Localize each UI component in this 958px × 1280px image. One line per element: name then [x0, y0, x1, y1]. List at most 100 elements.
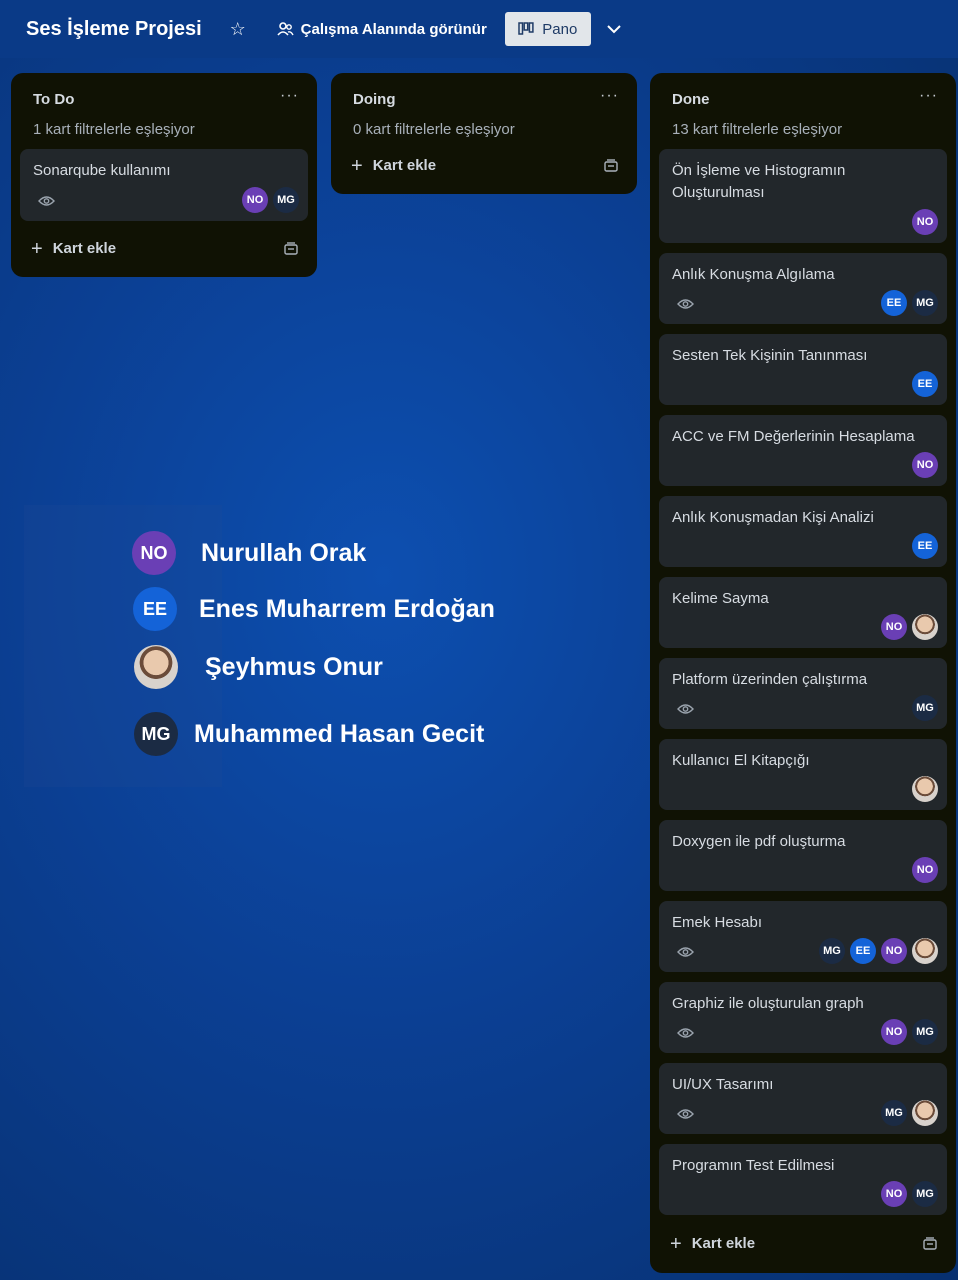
card[interactable]: Emek Hesabı MG EE NO: [659, 901, 947, 972]
add-card-button[interactable]: + Kart ekle: [31, 237, 299, 260]
card-members: MG: [881, 1100, 938, 1126]
card[interactable]: Kelime Sayma NO: [659, 577, 947, 648]
eye-icon: [677, 947, 694, 957]
add-card-label: Kart ekle: [372, 157, 437, 174]
add-card-label: Kart ekle: [52, 240, 117, 257]
card-members: NO: [912, 857, 938, 883]
card[interactable]: Doxygen ile pdf oluşturma NO: [659, 820, 947, 891]
card-members: NO MG: [881, 1181, 938, 1207]
legend-name: Muhammed Hasan Gecit: [194, 719, 485, 748]
avatar[interactable]: EE: [912, 371, 938, 397]
people-icon: [277, 22, 294, 36]
board-view-button[interactable]: Pano: [504, 12, 591, 46]
avatar[interactable]: MG: [912, 1019, 938, 1045]
list-menu-icon[interactable]: ···: [919, 87, 938, 105]
card-title: Kelime Sayma: [672, 590, 769, 607]
card[interactable]: Platform üzerinden çalıştırma MG: [659, 658, 947, 729]
card[interactable]: UI/UX Tasarımı MG: [659, 1063, 947, 1134]
add-card-button[interactable]: + Kart ekle: [351, 154, 619, 177]
avatar[interactable]: NO: [912, 209, 938, 235]
list-doing: Doing ··· 0 kart filtrelerle eşleşiyor +…: [331, 73, 637, 194]
list-title[interactable]: Doing: [353, 91, 396, 108]
avatar[interactable]: MG: [881, 1100, 907, 1126]
card[interactable]: Sonarqube kullanımı NO MG: [20, 149, 308, 221]
card[interactable]: Anlık Konuşmadan Kişi Analizi EE: [659, 496, 947, 567]
card-members: MG: [912, 695, 938, 721]
card[interactable]: Programın Test Edilmesi NO MG: [659, 1144, 947, 1215]
eye-icon: [677, 1028, 694, 1038]
card-members: NO: [881, 614, 938, 640]
chevron-down-icon[interactable]: [605, 20, 623, 38]
avatar[interactable]: NO: [881, 1181, 907, 1207]
avatar[interactable]: MG: [912, 1181, 938, 1207]
legend-name: Nurullah Orak: [201, 538, 367, 567]
card-members: EE MG: [881, 290, 938, 316]
list-menu-icon[interactable]: ···: [280, 87, 299, 105]
card-members: NO MG: [881, 1019, 938, 1045]
avatar[interactable]: EE: [881, 290, 907, 316]
list-filter-count: 0 kart filtrelerle eşleşiyor: [353, 121, 515, 138]
card-title: Emek Hesabı: [672, 914, 763, 931]
legend-avatar: EE: [133, 587, 177, 631]
legend-avatar-photo: [134, 645, 178, 689]
avatar-photo[interactable]: [912, 776, 938, 802]
list-filter-count: 1 kart filtrelerle eşleşiyor: [33, 121, 195, 138]
avatar[interactable]: MG: [819, 938, 845, 964]
card[interactable]: Ön İşleme ve Histogramın Oluşturulması N…: [659, 149, 947, 243]
card-title: Graphiz ile oluşturulan graph: [672, 995, 864, 1012]
card-members: MG EE NO: [819, 938, 938, 964]
card[interactable]: Graphiz ile oluşturulan graph NO MG: [659, 982, 947, 1053]
card-title: Programın Test Edilmesi: [672, 1157, 835, 1174]
card-title: Anlık Konuşmadan Kişi Analizi: [672, 509, 874, 526]
avatar[interactable]: EE: [912, 533, 938, 559]
card-members: NO: [912, 452, 938, 478]
card-title: Sonarqube kullanımı: [33, 162, 171, 179]
card-title: Anlık Konuşma Algılama: [672, 266, 835, 283]
avatar[interactable]: NO: [881, 1019, 907, 1045]
card-title: ACC ve FM Değerlerinin Hesaplama: [672, 428, 915, 445]
avatar[interactable]: NO: [242, 187, 268, 213]
avatar-photo[interactable]: [912, 938, 938, 964]
template-icon[interactable]: [603, 158, 619, 173]
avatar-photo[interactable]: [912, 614, 938, 640]
avatar[interactable]: NO: [912, 857, 938, 883]
visibility-label: Çalışma Alanında görünür: [300, 20, 487, 38]
card-members: EE: [912, 371, 938, 397]
template-icon[interactable]: [922, 1236, 938, 1251]
board-header: Ses İşleme Projesi ☆ Çalışma Alanında gö…: [0, 0, 958, 58]
legend-item: NO Nurullah Orak: [132, 531, 366, 575]
visibility-button[interactable]: Çalışma Alanında görünür: [276, 20, 487, 38]
legend-name: Şeyhmus Onur: [205, 652, 383, 681]
card[interactable]: Sesten Tek Kişinin Tanınması EE: [659, 334, 947, 405]
plus-icon: +: [31, 237, 43, 260]
add-card-button[interactable]: + Kart ekle: [670, 1232, 938, 1255]
avatar[interactable]: MG: [912, 695, 938, 721]
card-title: Doxygen ile pdf oluşturma: [672, 833, 846, 850]
board-title[interactable]: Ses İşleme Projesi: [26, 18, 202, 41]
avatar[interactable]: NO: [881, 614, 907, 640]
avatar[interactable]: NO: [881, 938, 907, 964]
add-card-label: Kart ekle: [691, 1235, 756, 1252]
list-title[interactable]: To Do: [33, 91, 74, 108]
list-title[interactable]: Done: [672, 91, 710, 108]
legend-item: MG Muhammed Hasan Gecit: [134, 712, 484, 756]
avatar[interactable]: MG: [912, 290, 938, 316]
star-icon[interactable]: ☆: [228, 19, 248, 40]
legend-item: Şeyhmus Onur: [134, 645, 383, 689]
legend-item: EE Enes Muharrem Erdoğan: [133, 587, 495, 631]
template-icon[interactable]: [283, 241, 299, 256]
card[interactable]: ACC ve FM Değerlerinin Hesaplama NO: [659, 415, 947, 486]
plus-icon: +: [351, 154, 363, 177]
avatar[interactable]: EE: [850, 938, 876, 964]
card-title: UI/UX Tasarımı: [672, 1076, 774, 1093]
card[interactable]: Kullanıcı El Kitapçığı: [659, 739, 947, 810]
list-menu-icon[interactable]: ···: [600, 87, 619, 105]
plus-icon: +: [670, 1232, 682, 1255]
card[interactable]: Anlık Konuşma Algılama EE MG: [659, 253, 947, 324]
avatar[interactable]: MG: [273, 187, 299, 213]
avatar-photo[interactable]: [912, 1100, 938, 1126]
avatar[interactable]: NO: [912, 452, 938, 478]
view-label: Pano: [542, 20, 578, 38]
card-members: [912, 776, 938, 802]
legend-name: Enes Muharrem Erdoğan: [199, 594, 495, 623]
